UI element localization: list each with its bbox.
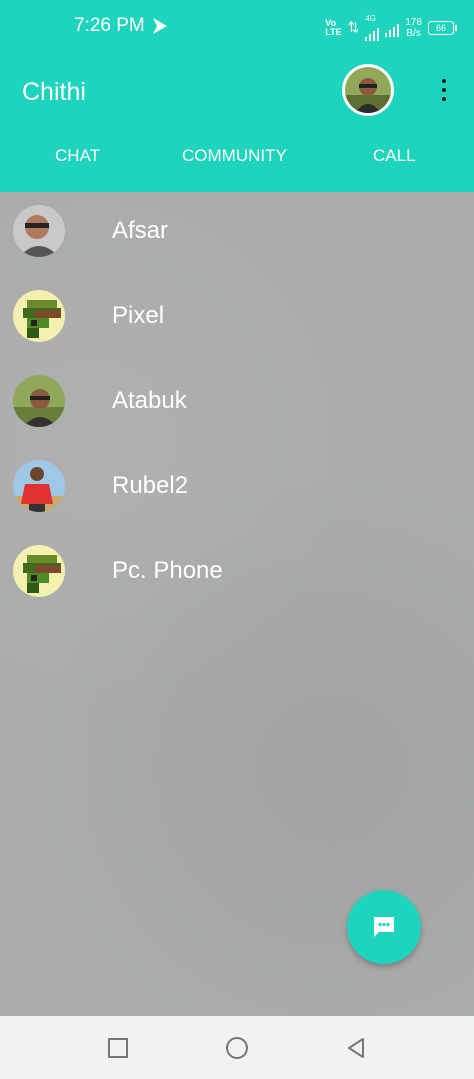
app-bar: Chithi CHAT COMMUNITY CALL <box>0 56 474 192</box>
status-time: 7:26 PM <box>74 15 145 36</box>
avatar <box>13 375 65 427</box>
send-icon <box>153 18 167 34</box>
tab-community[interactable]: COMMUNITY <box>182 146 287 166</box>
chat-name: Afsar <box>112 217 169 244</box>
chat-item-pc-phone[interactable]: Pc. Phone <box>0 537 474 607</box>
signal-group: 4G <box>365 14 380 41</box>
network-speed: 178 B/s <box>405 17 422 39</box>
data-arrows-icon: ⇅ <box>347 19 360 35</box>
status-bar: 7:26 PM Vo LTE ⇅ 4G 178 B/s 66 <box>0 0 474 56</box>
tab-bar: CHAT COMMUNITY CALL <box>0 146 474 176</box>
new-chat-button[interactable] <box>347 890 421 964</box>
volte-bottom: LTE <box>325 26 342 37</box>
chat-item-afsar[interactable]: Afsar <box>0 197 474 267</box>
chat-item-pixel[interactable]: Pixel <box>0 282 474 352</box>
chat-item-atabuk[interactable]: Atabuk <box>0 367 474 437</box>
chat-name: Pc. Phone <box>112 557 223 584</box>
avatar <box>13 290 65 342</box>
volte-indicator: Vo LTE <box>325 18 342 37</box>
recents-square-icon[interactable] <box>106 1036 130 1060</box>
chat-bubble-icon <box>374 917 394 937</box>
profile-avatar <box>345 67 391 113</box>
tab-call[interactable]: CALL <box>373 146 416 166</box>
profile-avatar-button[interactable] <box>342 64 394 116</box>
home-circle-icon[interactable] <box>225 1036 249 1060</box>
battery-icon: 66 <box>428 20 457 35</box>
tab-chat[interactable]: CHAT <box>55 146 100 166</box>
chat-item-rubel2[interactable]: Rubel2 <box>0 452 474 522</box>
avatar <box>13 460 65 512</box>
chat-name: Atabuk <box>112 387 187 414</box>
chat-list: Afsar Pixel Atabuk Rubel2 Pc. Phone <box>0 192 474 1016</box>
chat-name: Rubel2 <box>112 472 189 499</box>
speed-unit: B/s <box>406 27 421 39</box>
system-nav-bar <box>0 1016 474 1079</box>
back-triangle-icon[interactable] <box>344 1036 368 1060</box>
network-type: 4G <box>365 14 376 23</box>
chat-name: Pixel <box>112 302 165 329</box>
battery-level: 66 <box>435 22 446 33</box>
status-icons: Vo LTE ⇅ 4G 178 B/s 66 <box>325 14 457 41</box>
signal-icon-2 <box>385 19 400 37</box>
signal-icon <box>365 23 380 41</box>
more-options-icon[interactable] <box>436 78 452 104</box>
avatar <box>13 545 65 597</box>
app-title: Chithi <box>22 78 86 106</box>
avatar <box>13 205 65 257</box>
speed-value: 178 <box>405 16 422 28</box>
